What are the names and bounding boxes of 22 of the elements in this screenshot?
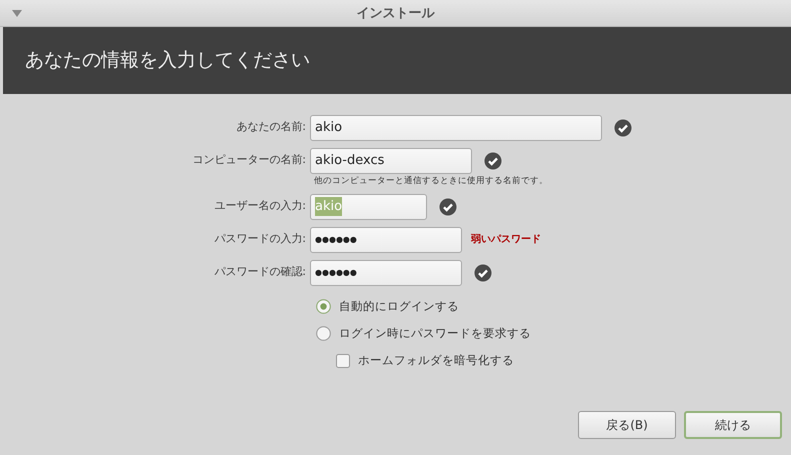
continue-button[interactable]: 続ける (684, 411, 782, 439)
radio-button[interactable] (316, 326, 331, 341)
password-field[interactable]: ●●●●●● (310, 260, 462, 286)
radio-label: ログイン時にパスワードを要求する (339, 324, 531, 342)
menu-icon[interactable] (12, 10, 22, 17)
page-heading: あなたの情報を入力してください (25, 48, 310, 74)
password-strength: 弱いパスワード (471, 232, 541, 247)
field-label: コンピューターの名前: (191, 152, 307, 168)
radio-button[interactable] (316, 299, 331, 314)
field-label: パスワードの入力: (213, 231, 307, 248)
input-field[interactable]: akio-dexcs (310, 148, 472, 174)
hint-text: 他のコンピューターと通信するときに使用する名前です。 (313, 175, 549, 188)
window-title: インストール (356, 6, 434, 21)
field-label: ユーザー名の入力: (213, 198, 307, 214)
back-button[interactable]: 戻る(B) (578, 411, 676, 439)
input-field[interactable]: akio (310, 114, 602, 140)
password-field[interactable]: ●●●●●● (310, 226, 462, 252)
checkbox-label: ホームフォルダを暗号化する (358, 352, 514, 369)
checkbox[interactable] (336, 354, 350, 368)
field-label: あなたの名前: (235, 119, 307, 136)
radio-label: 自動的にログインする (339, 298, 459, 315)
field-label: パスワードの確認: (213, 264, 307, 280)
